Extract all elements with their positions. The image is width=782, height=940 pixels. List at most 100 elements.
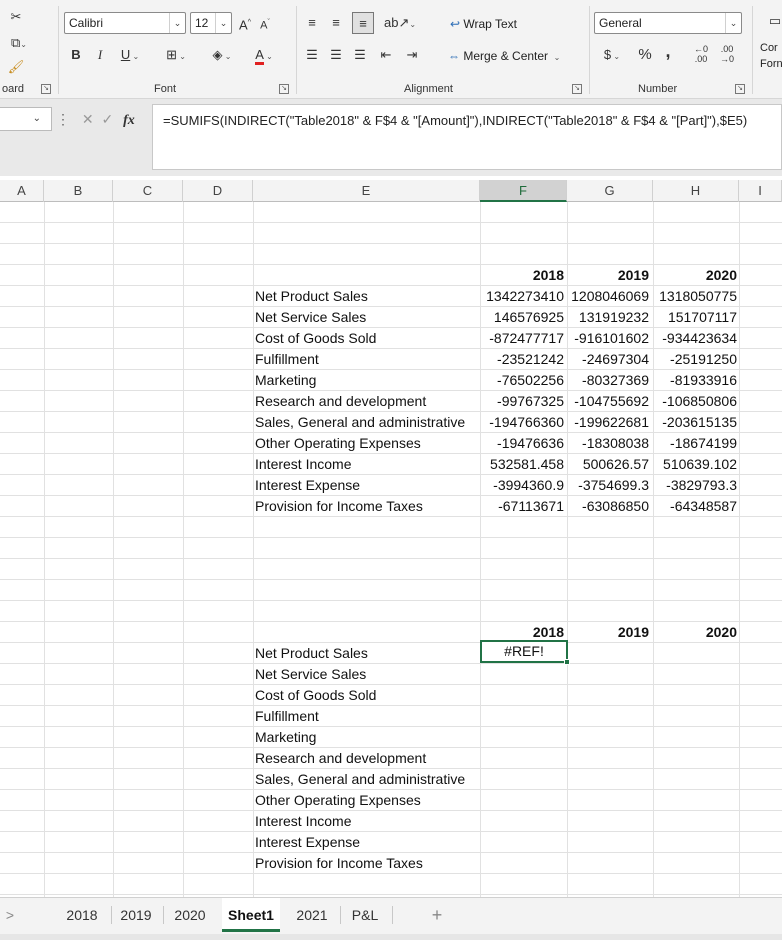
column-header-a[interactable]: A	[0, 180, 44, 202]
new-sheet-icon[interactable]: +	[424, 898, 450, 932]
row-label-cell[interactable]: Research and development	[255, 748, 479, 769]
enter-icon[interactable]: ✓	[102, 111, 114, 127]
alignment-launcher-icon[interactable]: ↘	[572, 84, 582, 94]
row-label-cell[interactable]: Marketing	[255, 727, 479, 748]
number-launcher-icon[interactable]: ↘	[735, 84, 745, 94]
sheet-tab-2021[interactable]: 2021	[288, 898, 336, 932]
cancel-icon[interactable]: ✕	[82, 111, 94, 127]
row-label-cell[interactable]: Net Product Sales	[255, 286, 479, 307]
formula-input[interactable]: =SUMIFS(INDIRECT("Table2018" & F$4 & "[A…	[152, 104, 782, 170]
row-label-cell[interactable]: Fulfillment	[255, 706, 479, 727]
value-cell[interactable]: -23521242	[480, 349, 564, 370]
percent-icon[interactable]: %	[636, 44, 654, 66]
value-cell[interactable]: -106850806	[653, 391, 737, 412]
row-label-cell[interactable]: Interest Income	[255, 454, 479, 475]
decrease-decimal-icon[interactable]: .00 →0	[716, 44, 738, 66]
currency-icon[interactable]: $ ⌄	[598, 44, 626, 66]
insert-function-icon[interactable]: fx	[123, 113, 135, 128]
value-cell[interactable]: -99767325	[480, 391, 564, 412]
row-label-cell[interactable]: Cost of Goods Sold	[255, 685, 479, 706]
value-cell[interactable]: -203615135	[653, 412, 737, 433]
column-header-g[interactable]: G	[567, 180, 653, 202]
value-cell[interactable]: 131919232	[567, 307, 649, 328]
conditional-formatting-icon[interactable]: ▭	[768, 10, 782, 32]
value-cell[interactable]: -25191250	[653, 349, 737, 370]
font-color-icon[interactable]: A ⌄	[246, 44, 282, 66]
worksheet-grid[interactable]: 2018 2019 2020 Net Product Sales 1342273410 1…	[0, 202, 782, 897]
value-cell[interactable]: 151707117	[653, 307, 737, 328]
value-cell[interactable]: 500626.57	[567, 454, 649, 475]
sheet-tab-2019[interactable]: 2019	[112, 898, 160, 932]
value-cell[interactable]: -104755692	[567, 391, 649, 412]
year-header-cell[interactable]: 2020	[653, 265, 737, 286]
align-top-icon[interactable]: ≡	[304, 12, 320, 34]
more-options-icon[interactable]: ⋮	[56, 111, 70, 127]
value-cell[interactable]: -18308038	[567, 433, 649, 454]
increase-font-icon[interactable]: A^	[236, 12, 254, 34]
fill-handle[interactable]	[564, 659, 570, 665]
value-cell[interactable]: -80327369	[567, 370, 649, 391]
year-header-cell[interactable]: 2020	[653, 622, 737, 643]
name-box-dropdown[interactable]: ⌄	[0, 107, 52, 131]
value-cell[interactable]: -194766360	[480, 412, 564, 433]
value-cell[interactable]: 1342273410	[480, 286, 564, 307]
italic-icon[interactable]: I	[92, 44, 108, 66]
sheet-tab-2018[interactable]: 2018	[56, 898, 108, 932]
comma-icon[interactable]: ,	[662, 40, 674, 62]
value-cell[interactable]: -3994360.9	[480, 475, 564, 496]
value-cell[interactable]: -3754699.3	[567, 475, 649, 496]
sheet-tab-2020[interactable]: 2020	[166, 898, 214, 932]
wrap-text-button[interactable]: ↩ Wrap Text	[450, 14, 517, 34]
value-cell[interactable]: 1318050775	[653, 286, 737, 307]
row-label-cell[interactable]: Provision for Income Taxes	[255, 853, 479, 874]
row-label-cell[interactable]: Sales, General and administrative	[255, 412, 479, 433]
increase-decimal-icon[interactable]: ←0.00	[690, 44, 712, 66]
column-header-b[interactable]: B	[44, 180, 113, 202]
value-cell[interactable]: -63086850	[567, 496, 649, 517]
font-launcher-icon[interactable]: ↘	[279, 84, 289, 94]
copy-icon[interactable]: ⧉⌄	[6, 32, 32, 54]
column-header-f[interactable]: F	[480, 180, 567, 202]
row-label-cell[interactable]: Marketing	[255, 370, 479, 391]
row-label-cell[interactable]: Fulfillment	[255, 349, 479, 370]
value-cell[interactable]: -18674199	[653, 433, 737, 454]
column-header-e[interactable]: E	[253, 180, 480, 202]
value-cell[interactable]: 532581.458	[480, 454, 564, 475]
selected-cell[interactable]: #REF!	[480, 640, 570, 665]
column-header-d[interactable]: D	[183, 180, 253, 202]
cut-icon[interactable]: ✂	[6, 6, 26, 28]
align-middle-icon[interactable]: ≡	[328, 12, 344, 34]
row-label-cell[interactable]: Interest Expense	[255, 475, 479, 496]
font-size-combo[interactable]: 12 ⌄	[190, 12, 232, 34]
value-cell[interactable]: -64348587	[653, 496, 737, 517]
value-cell[interactable]: -934423634	[653, 328, 737, 349]
column-header-c[interactable]: C	[113, 180, 183, 202]
year-header-cell[interactable]: 2018	[480, 265, 564, 286]
value-cell[interactable]: 1208046069	[567, 286, 649, 307]
orientation-icon[interactable]: ab↗⌄	[384, 12, 416, 34]
row-label-cell[interactable]: Net Service Sales	[255, 307, 479, 328]
bold-icon[interactable]: B	[68, 44, 84, 66]
font-name-combo[interactable]: Calibri ⌄	[64, 12, 186, 34]
value-cell[interactable]: -3829793.3	[653, 475, 737, 496]
year-header-cell[interactable]: 2019	[567, 622, 649, 643]
value-cell[interactable]: -872477717	[480, 328, 564, 349]
row-label-cell[interactable]: Cost of Goods Sold	[255, 328, 479, 349]
decrease-indent-icon[interactable]: ⇤	[378, 44, 394, 66]
align-bottom-icon[interactable]: ≡	[352, 12, 374, 34]
merge-center-button[interactable]: ⇔ Merge & Center ⌄	[448, 46, 560, 66]
align-right-icon[interactable]: ☰	[352, 44, 368, 66]
number-format-combo[interactable]: General ⌄	[594, 12, 742, 34]
value-cell[interactable]: -24697304	[567, 349, 649, 370]
row-label-cell[interactable]: Interest Income	[255, 811, 479, 832]
decrease-font-icon[interactable]: Aˇ	[256, 12, 274, 34]
sheet-tab-pl[interactable]: P&L	[342, 898, 388, 932]
clipboard-launcher-icon[interactable]: ↘	[41, 84, 51, 94]
column-header-h[interactable]: H	[653, 180, 739, 202]
row-label-cell[interactable]: Other Operating Expenses	[255, 433, 479, 454]
row-label-cell[interactable]: Net Service Sales	[255, 664, 479, 685]
row-label-cell[interactable]: Research and development	[255, 391, 479, 412]
underline-icon[interactable]: U ⌄	[116, 44, 144, 66]
sheet-tab-sheet1[interactable]: Sheet1	[222, 898, 280, 932]
align-left-icon[interactable]: ☰	[304, 44, 320, 66]
